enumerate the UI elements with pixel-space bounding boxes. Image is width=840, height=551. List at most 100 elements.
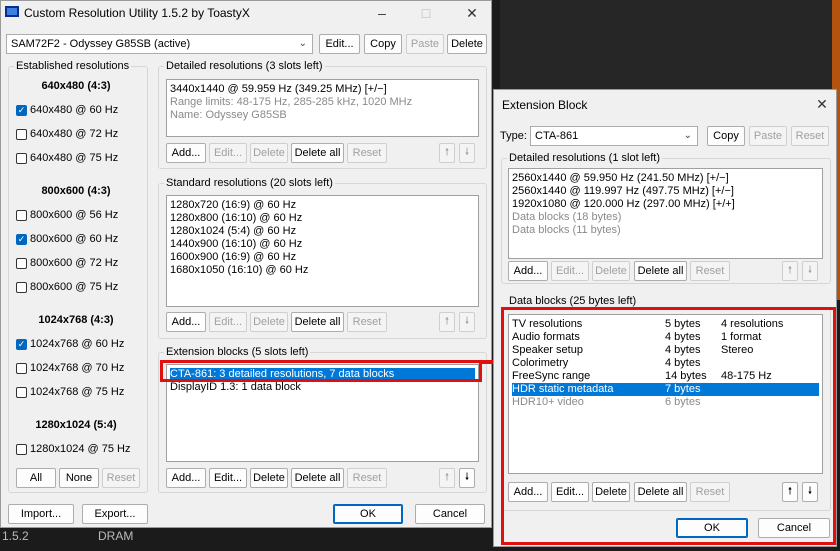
ext-detailed-move-down-button[interactable]: 🠗 [802,261,818,281]
resolution-checkbox[interactable]: 1024x768 @ 70 Hz [16,362,124,374]
ext-reset-button[interactable]: Reset [791,126,829,146]
established-group-header: 640x480 (4:3) [41,80,111,92]
resolution-checkbox[interactable]: 800x600 @ 75 Hz [16,281,118,293]
select-all-button[interactable]: All [16,468,56,488]
list-item[interactable]: 1600x900 (16:9) @ 60 Hz [170,251,475,264]
list-item[interactable]: 1280x720 (16:9) @ 60 Hz [170,199,475,212]
resolution-label: 640x480 @ 75 Hz [30,152,119,164]
checkbox-empty-icon[interactable] [16,257,27,269]
resolution-label: 1024x768 @ 60 Hz [30,338,125,350]
extension-delete-all-button[interactable]: Delete all [291,468,344,488]
detailed-delete-all-button[interactable]: Delete all [291,143,344,163]
standard-edit-button[interactable]: Edit... [209,312,247,332]
extension-reset-button[interactable]: Reset [347,468,387,488]
ext-detailed-delete-button[interactable]: Delete [592,261,630,281]
ext-detailed-delete-all-button[interactable]: Delete all [634,261,687,281]
select-none-button[interactable]: None [59,468,99,488]
checkbox-checked-icon[interactable]: ✓ [16,338,27,350]
checkbox-empty-icon[interactable] [16,443,27,455]
checkbox-empty-icon[interactable] [16,152,27,164]
list-item[interactable]: Range limits: 48-175 Hz, 285-285 kHz, 10… [170,96,475,109]
type-label: Type: [500,130,527,142]
list-item[interactable]: 1680x1050 (16:10) @ 60 Hz [170,264,475,277]
list-item[interactable]: 1440x900 (16:10) @ 60 Hz [170,238,475,251]
ok-button[interactable]: OK [333,504,403,524]
ext-detailed-reset-button[interactable]: Reset [690,261,730,281]
monitor-select-value: SAM72F2 - Odyssey G85SB (active) [11,38,191,50]
delete-monitor-button[interactable]: Delete [447,34,487,54]
extension-delete-button[interactable]: Delete [250,468,288,488]
established-title: Established resolutions [14,60,132,72]
copy-monitor-button[interactable]: Copy [364,34,402,54]
resolution-checkbox[interactable]: ✓ 640x480 @ 60 Hz [16,104,118,116]
checkbox-empty-icon[interactable] [16,281,27,293]
list-item[interactable]: Name: Odyssey G85SB [170,109,475,122]
established-group-header: 1280x1024 (5:4) [35,419,117,431]
extension-dialog-titlebar: Extension Block ✕ [494,90,836,118]
type-select[interactable]: CTA-861 ⌄ [530,126,698,146]
detailed-add-button[interactable]: Add... [166,143,206,163]
extension-edit-button[interactable]: Edit... [209,468,247,488]
list-item-displayid[interactable]: DisplayID 1.3: 1 data block [170,381,475,394]
list-item[interactable]: Data blocks (18 bytes) [512,211,819,224]
established-reset-button[interactable]: Reset [102,468,140,488]
close-icon[interactable]: ✕ [457,3,487,23]
resolution-checkbox[interactable]: 640x480 @ 72 Hz [16,128,118,140]
established-group-header: 1024x768 (4:3) [38,314,114,326]
ext-detailed-edit-button[interactable]: Edit... [551,261,589,281]
detailed-move-down-button[interactable]: 🠗 [459,143,475,163]
standard-reset-button[interactable]: Reset [347,312,387,332]
resolution-checkbox[interactable]: 640x480 @ 75 Hz [16,152,118,164]
paste-monitor-button[interactable]: Paste [406,34,444,54]
list-item[interactable]: 1280x1024 (5:4) @ 60 Hz [170,225,475,238]
checkbox-checked-icon[interactable]: ✓ [16,104,27,116]
detailed-delete-button[interactable]: Delete [250,143,288,163]
ext-detailed-move-up-button[interactable]: 🠕 [782,261,798,281]
standard-delete-all-button[interactable]: Delete all [291,312,344,332]
ext-copy-button[interactable]: Copy [707,126,745,146]
detailed-edit-button[interactable]: Edit... [209,143,247,163]
ext-detailed-list[interactable]: 2560x1440 @ 59.950 Hz (241.50 MHz) [+/−]… [508,168,823,259]
checkbox-empty-icon[interactable] [16,386,27,398]
list-item[interactable]: 1920x1080 @ 120.000 Hz (297.00 MHz) [+/+… [512,198,819,211]
extension-move-down-button[interactable]: 🠗 [459,468,475,488]
import-button[interactable]: Import... [8,504,74,524]
checkbox-empty-icon[interactable] [16,209,27,221]
checkbox-empty-icon[interactable] [16,362,27,374]
standard-list[interactable]: 1280x720 (16:9) @ 60 Hz 1280x800 (16:10) … [166,195,479,307]
detailed-reset-button[interactable]: Reset [347,143,387,163]
resolution-label: 640x480 @ 72 Hz [30,128,119,140]
list-item[interactable]: Data blocks (11 bytes) [512,224,819,237]
extension-move-up-button[interactable]: 🠕 [439,468,455,488]
list-item[interactable]: 2560x1440 @ 59.950 Hz (241.50 MHz) [+/−] [512,172,819,185]
edit-monitor-button[interactable]: Edit... [319,34,360,54]
extension-add-button[interactable]: Add... [166,468,206,488]
resolution-checkbox[interactable]: ✓ 1024x768 @ 60 Hz [16,338,124,350]
resolution-checkbox[interactable]: ✓ 800x600 @ 60 Hz [16,233,118,245]
export-button[interactable]: Export... [82,504,148,524]
standard-move-up-button[interactable]: 🠕 [439,312,455,332]
ext-paste-button[interactable]: Paste [749,126,787,146]
list-item[interactable]: 1280x800 (16:10) @ 60 Hz [170,212,475,225]
checkbox-empty-icon[interactable] [16,128,27,140]
maximize-icon[interactable]: □ [411,3,441,23]
resolution-checkbox[interactable]: 1024x768 @ 75 Hz [16,386,124,398]
minimize-icon[interactable]: – [367,3,397,23]
list-item[interactable]: 3440x1440 @ 59.959 Hz (349.25 MHz) [+/−] [170,83,475,96]
resolution-label: 800x600 @ 72 Hz [30,257,119,269]
resolution-label: 800x600 @ 56 Hz [30,209,119,221]
standard-delete-button[interactable]: Delete [250,312,288,332]
monitor-select[interactable]: SAM72F2 - Odyssey G85SB (active) ⌄ [6,34,313,54]
resolution-checkbox[interactable]: 800x600 @ 72 Hz [16,257,118,269]
ext-detailed-add-button[interactable]: Add... [508,261,548,281]
resolution-checkbox[interactable]: 800x600 @ 56 Hz [16,209,118,221]
detailed-move-up-button[interactable]: 🠕 [439,143,455,163]
cancel-button[interactable]: Cancel [415,504,485,524]
resolution-checkbox[interactable]: 1280x1024 @ 75 Hz [16,443,130,455]
list-item[interactable]: 2560x1440 @ 119.997 Hz (497.75 MHz) [+/−… [512,185,819,198]
standard-move-down-button[interactable]: 🠗 [459,312,475,332]
checkbox-checked-icon[interactable]: ✓ [16,233,27,245]
standard-add-button[interactable]: Add... [166,312,206,332]
detailed-list[interactable]: 3440x1440 @ 59.959 Hz (349.25 MHz) [+/−]… [166,79,479,137]
close-icon[interactable]: ✕ [807,94,837,114]
